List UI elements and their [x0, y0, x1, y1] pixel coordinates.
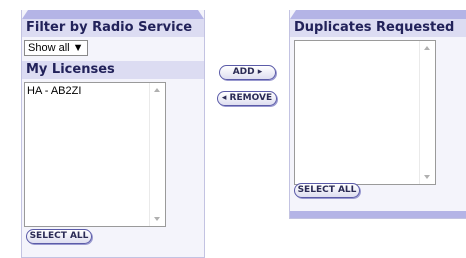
left-panel-cap: [22, 10, 204, 19]
licenses-scrollbar[interactable]: [149, 83, 165, 226]
radio-service-select[interactable]: Show all ▼: [24, 40, 88, 56]
scroll-down-icon[interactable]: [154, 217, 160, 221]
right-panel: Duplicates Requested SELECT ALL: [289, 10, 466, 219]
duplicates-listbox[interactable]: [294, 40, 436, 185]
scroll-down-icon[interactable]: [424, 175, 430, 179]
add-button[interactable]: ADD ▸: [219, 65, 276, 80]
filter-heading: Filter by Radio Service: [22, 19, 204, 37]
right-panel-footer: [290, 211, 466, 218]
duplicates-heading: Duplicates Requested: [290, 19, 466, 37]
scroll-up-icon[interactable]: [154, 88, 160, 92]
licenses-listbox[interactable]: HA - AB2ZI: [24, 82, 166, 227]
left-panel: Filter by Radio Service Show all ▼ My Li…: [21, 10, 205, 258]
right-panel-cap: [290, 10, 466, 19]
licenses-heading: My Licenses: [22, 61, 204, 79]
remove-button[interactable]: ◂ REMOVE: [217, 91, 277, 106]
scroll-up-icon[interactable]: [424, 46, 430, 50]
duplicates-scrollbar[interactable]: [419, 41, 435, 184]
duplicates-select-all-button[interactable]: SELECT ALL: [294, 183, 360, 198]
license-item[interactable]: HA - AB2ZI: [27, 85, 81, 97]
licenses-select-all-button[interactable]: SELECT ALL: [26, 229, 92, 244]
